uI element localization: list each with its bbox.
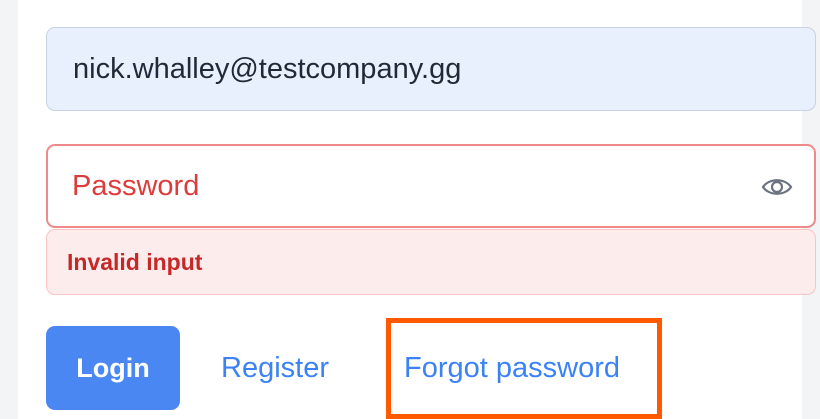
error-message: Invalid input <box>67 249 203 275</box>
eye-icon[interactable] <box>760 170 794 204</box>
page-background-left <box>0 0 18 419</box>
email-field[interactable] <box>46 27 816 111</box>
login-button[interactable]: Login <box>46 326 180 410</box>
password-field-wrapper <box>46 144 816 228</box>
register-link[interactable]: Register <box>221 350 329 386</box>
forgot-password-link[interactable]: Forgot password <box>404 350 620 386</box>
error-alert: Invalid input <box>46 229 816 295</box>
password-field[interactable] <box>72 146 732 226</box>
